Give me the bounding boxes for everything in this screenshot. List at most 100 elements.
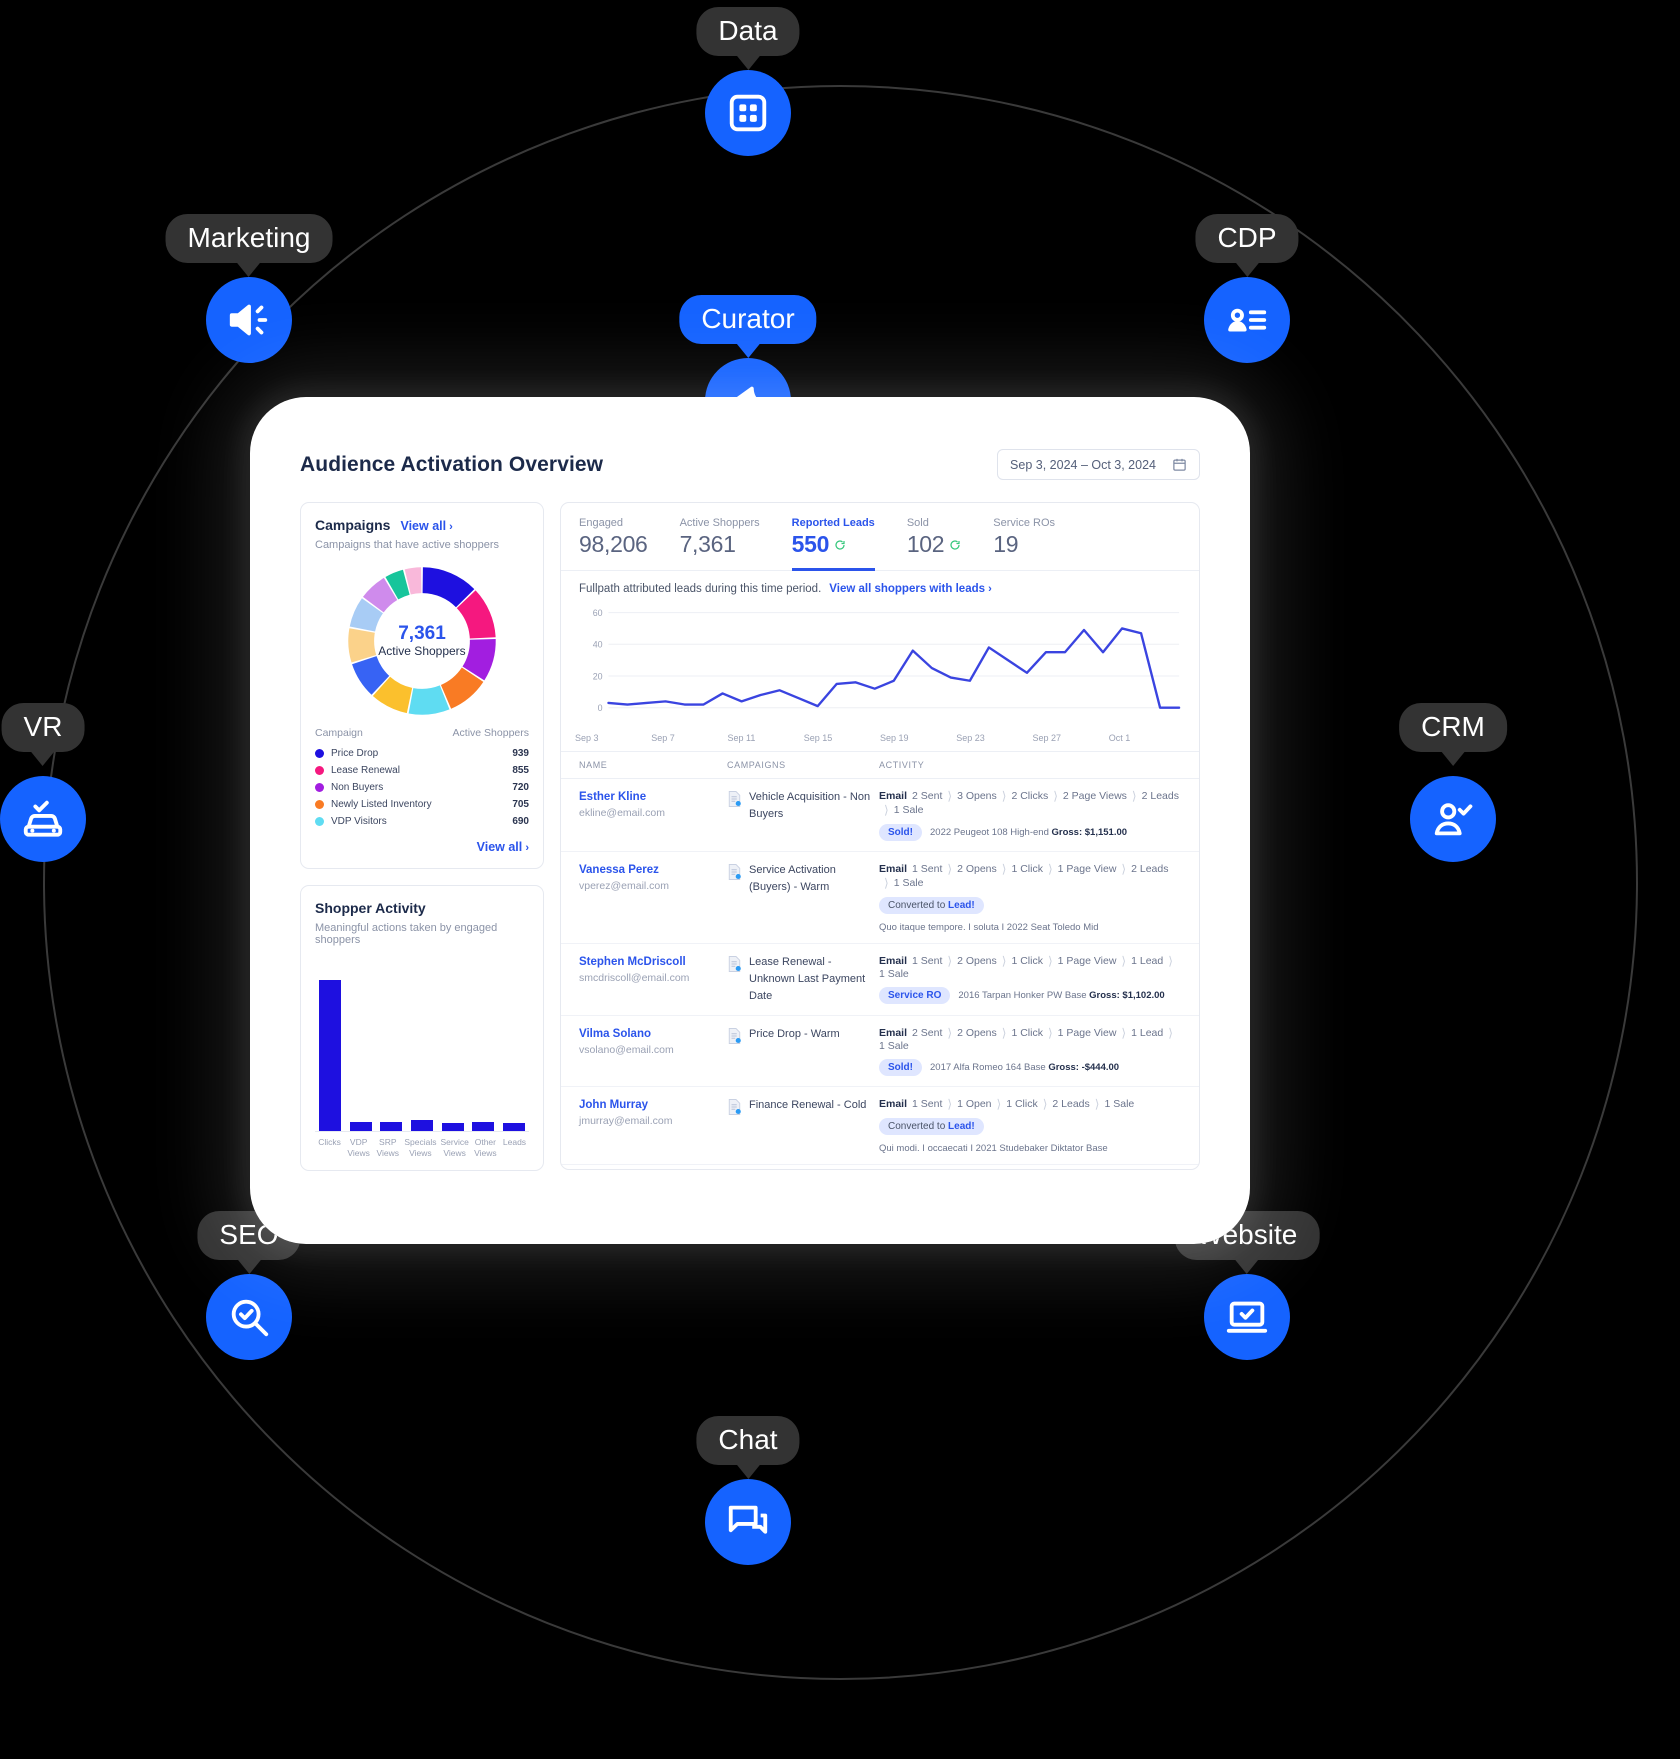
x-tick-label: Oct 1: [1108, 733, 1131, 743]
legend-row[interactable]: Non Buyers 720: [315, 779, 529, 796]
bar-column[interactable]: [500, 980, 527, 1131]
activity-channel: Email: [879, 1098, 908, 1111]
campaign-cell: Finance Renewal - Cold: [727, 1097, 879, 1116]
campaigns-donut-chart[interactable]: 7,361 Active Shoppers: [346, 565, 498, 717]
orbit-node-chat[interactable]: Chat: [696, 1415, 800, 1565]
activity-step: 2 Opens: [957, 1027, 997, 1040]
activity-funnel: Email 1 Sent ⟩ 2 Opens ⟩ 1 Click ⟩ 1 Page View ⟩…: [879, 862, 1181, 890]
node-icon-button-seo[interactable]: [206, 1274, 292, 1360]
x-tick-label: Sep 27: [1032, 733, 1062, 743]
table-row[interactable]: Vanessa Perez vperez@email.com Service A…: [561, 852, 1199, 944]
bar-column[interactable]: [378, 980, 405, 1131]
legend-row[interactable]: Price Drop 939: [315, 745, 529, 762]
bar: [502, 1123, 525, 1131]
bar-column[interactable]: [409, 980, 436, 1131]
activity-step: 1 Page View: [1057, 1027, 1117, 1040]
bar-column[interactable]: [470, 980, 497, 1131]
table-row[interactable]: Stephen McDriscoll smcdriscoll@email.com…: [561, 944, 1199, 1017]
status-badge[interactable]: Sold!: [879, 824, 922, 841]
node-icon-button-vr[interactable]: [0, 776, 86, 862]
legend-row[interactable]: Newly Listed Inventory 705: [315, 796, 529, 813]
node-icon-button-marketing[interactable]: [206, 277, 292, 363]
shopper-name-cell: Stephen McDriscoll smcdriscoll@email.com: [579, 954, 727, 986]
shopper-name[interactable]: Vilma Solano: [579, 1026, 727, 1043]
shopper-name[interactable]: Vanessa Perez: [579, 862, 727, 879]
view-all-shoppers-with-leads-link[interactable]: View all shoppers with leads ›: [829, 583, 991, 595]
campaigns-view-all-link[interactable]: View all ›: [400, 519, 452, 533]
status-badge[interactable]: Converted to Lead!: [879, 1118, 984, 1136]
kpi-label: Reported Leads: [791, 517, 875, 529]
activity-step: 2 Opens: [957, 863, 997, 875]
column-header-campaigns: CAMPAIGNS: [727, 760, 786, 770]
shopper-activity-title: Shopper Activity: [315, 900, 426, 916]
activity-step: 2 Sent: [912, 1027, 943, 1040]
legend-view-all-link[interactable]: View all ›: [477, 840, 529, 854]
legend-color-dot: [315, 783, 324, 792]
activity-separator: ⟩: [1042, 1097, 1048, 1112]
orbit-node-vr[interactable]: VR: [0, 702, 86, 862]
table-row[interactable]: Vilma Solano vsolano@email.com Price Dro…: [561, 1016, 1199, 1088]
bar-column[interactable]: [439, 980, 466, 1131]
bar: [380, 1121, 403, 1131]
legend-row[interactable]: VDP Visitors 690: [315, 813, 529, 830]
legend-left: Non Buyers: [315, 782, 383, 793]
tooltip-vr: VR: [1, 702, 85, 752]
kpi-engaged[interactable]: Engaged 98,206: [579, 517, 648, 570]
kpi-sold[interactable]: Sold 102: [907, 517, 961, 570]
node-icon-button-crm[interactable]: [1410, 776, 1496, 862]
status-badge[interactable]: Converted to Lead!: [879, 897, 984, 914]
shopper-name[interactable]: Stephen McDriscoll: [579, 954, 727, 971]
shopper-name[interactable]: John Murray: [579, 1097, 727, 1114]
tooltip-crm: CRM: [1399, 702, 1507, 752]
kpi-active-shoppers[interactable]: Active Shoppers 7,361: [680, 517, 760, 570]
status-badge[interactable]: Service RO: [879, 987, 951, 1004]
orbit-node-crm[interactable]: CRM: [1399, 702, 1507, 862]
bar: [441, 1123, 464, 1131]
donut-center: 7,361 Active Shoppers: [346, 565, 498, 717]
legend-value: 939: [512, 748, 529, 759]
node-icon-button-website[interactable]: [1204, 1274, 1290, 1360]
campaign-name: Price Drop - Warm: [749, 1028, 840, 1041]
bar-column[interactable]: [348, 980, 375, 1131]
shopper-email: jmurray@email.com: [579, 1114, 673, 1127]
bar-label: Specials Views: [404, 1137, 437, 1158]
table-row[interactable]: John Murray jmurray@email.com Finance Re…: [561, 1087, 1199, 1166]
table-row[interactable]: Esther Kline ekline@email.com Vehicle Ac…: [561, 779, 1199, 852]
shopper-email: ekline@email.com: [579, 806, 665, 819]
kpi-label: Active Shoppers: [679, 517, 760, 529]
campaign-name: Service Activation (Buyers) - Warm: [749, 864, 836, 894]
shoppers-table: NAME CAMPAIGNS ACTIVITY Esther Kline ekl…: [561, 751, 1199, 1169]
kpi-reported-leads[interactable]: Reported Leads 550: [791, 517, 875, 571]
date-range-picker[interactable]: Sep 3, 2024 – Oct 3, 2024: [997, 449, 1200, 480]
orbit-node-cdp[interactable]: CDP: [1195, 213, 1299, 363]
activity-outcome: Service RO 2016 Tarpan Honker PW Base Gr…: [879, 987, 1181, 1004]
activity-step: 2 Leads: [1141, 790, 1179, 802]
shopper-name[interactable]: Esther Kline: [579, 789, 727, 806]
donut-center-value: 7,361: [398, 622, 446, 644]
orbit-node-seo[interactable]: SEO: [197, 1210, 301, 1360]
activity-separator: ⟩: [1001, 862, 1007, 876]
node-icon-button-chat[interactable]: [705, 1479, 791, 1565]
megaphone-icon: [226, 297, 272, 343]
node-icon-button-cdp[interactable]: [1204, 277, 1290, 363]
orbit-node-marketing[interactable]: Marketing: [165, 213, 333, 363]
bar-column[interactable]: [317, 980, 344, 1131]
orbit-node-website[interactable]: Website: [1174, 1210, 1320, 1360]
campaign-legend-list: Price Drop 939 Lease Renewal 855 Non Buy…: [315, 745, 529, 830]
status-badge[interactable]: Sold!: [879, 1059, 922, 1077]
line-chart-x-axis: Sep 3 Sep 7 Sep 11 Sep 15 Sep 19 Sep 23 Sep 27…: [561, 731, 1199, 751]
y-tick-label: 40: [593, 640, 603, 650]
campaigns-card: Campaigns View all › Campaigns that have…: [300, 502, 544, 869]
legend-row[interactable]: Lease Renewal 855: [315, 762, 529, 779]
campaign-name: Finance Renewal - Cold: [749, 1099, 867, 1112]
orbit-node-data[interactable]: Data: [696, 6, 800, 156]
legend-label: Lease Renewal: [331, 765, 400, 776]
right-column: Engaged 98,206 Active Shoppers 7,361 Repor…: [560, 502, 1200, 1170]
activity-cell: Email 2 Sent ⟩ 3 Opens ⟩ 2 Clicks ⟩ 2 Page View…: [879, 789, 1181, 841]
document-icon: [728, 1028, 741, 1045]
node-icon-button-data[interactable]: [705, 70, 791, 156]
campaigns-header: Campaigns View all ›: [315, 517, 529, 533]
kpi-service-ros[interactable]: Service ROs 19: [993, 517, 1055, 570]
bar-label: VDP Views: [347, 1137, 370, 1158]
activity-step: 3 Opens: [957, 790, 997, 802]
